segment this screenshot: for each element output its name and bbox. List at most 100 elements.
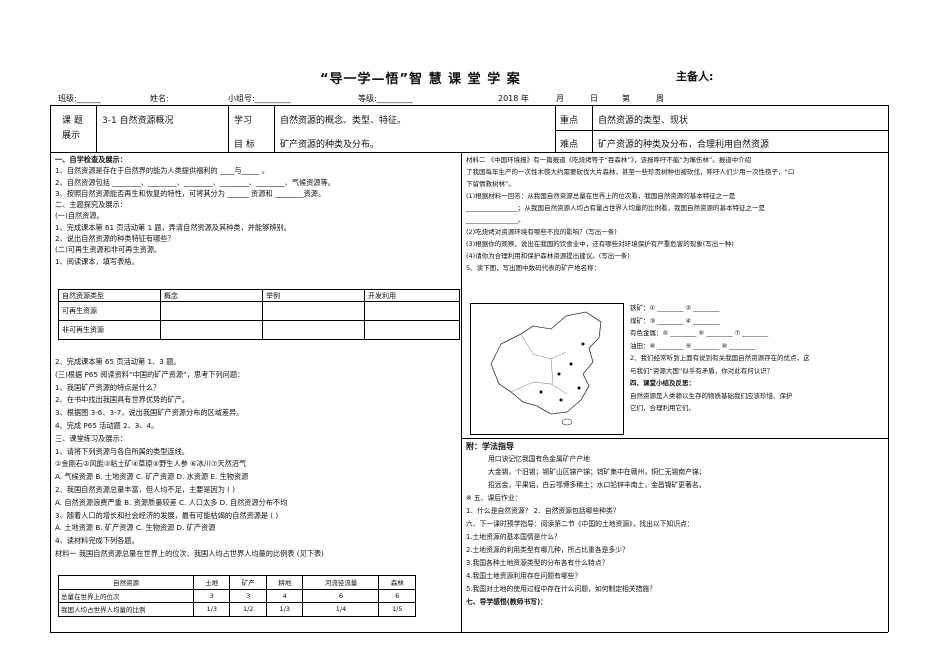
table-header: 耕地 — [265, 575, 304, 590]
text-line: 4、完成 P65 活动题 2、3、4。 — [55, 420, 159, 430]
text-line: (三)根据 P65 阅读资料“中国的矿产资源”，思考下列问题： — [55, 369, 245, 379]
table-cell: 我国人均占世界人均量的比例 — [58, 602, 194, 617]
text-line: 2、我国自然资源总量丰富，但人均不足，主要是因为 ( ) — [55, 484, 236, 494]
week-field: 第 — [622, 94, 630, 103]
text-line: 3、根据图 3-6、3-7，说出我国矿产资源分布的区域差异。 — [55, 408, 244, 418]
text-line: 1.土地资源的基本国情是什么？ — [466, 533, 561, 541]
table-cell: 可再生资源 — [58, 301, 161, 321]
text-line: 3、按照自然资源能否再生和恢复的特性，可将其分为 ______ 资源和 ____… — [55, 188, 326, 198]
section-heading: 四、课堂小结及反思： — [630, 379, 695, 387]
table-cell — [262, 320, 365, 340]
difficulty-label: 难点 — [560, 140, 579, 150]
table-cell: 6 — [378, 588, 416, 603]
text-line: (4)请你为合理利用和保护森林资源提出建议。(写出一条) — [466, 252, 630, 260]
goal-2: 矿产资源的种类及分布。 — [280, 140, 380, 150]
table-cell — [160, 301, 263, 321]
topic-value: 3-1 自然资源概况 — [102, 116, 174, 126]
table-header: 举例 — [262, 289, 365, 302]
rule-bottom — [50, 632, 888, 633]
table-cell — [160, 320, 263, 340]
left-section-2: 2、完成课本第 65 页活动第 1、3 题。 (三)根据 P65 阅读资料“中国… — [55, 356, 459, 561]
table-cell: 总量在世界上的位次 — [58, 588, 194, 603]
rule-topic-bottom — [50, 152, 888, 153]
text-line: A. 土地资源 B. 矿产资源 C. 生物资源 D. 矿产资源 — [55, 523, 216, 533]
text-line: 1、自然资源是存在于自然界的能为人类提供福利的 ____与_____ 。 — [55, 166, 269, 176]
table-cell — [364, 301, 460, 321]
text-line: 用口诀记忆我国有色金属矿产产地 — [488, 455, 590, 463]
text-line: 4、读材料完成下列各题。 — [55, 536, 139, 546]
table-header: 森林 — [378, 575, 416, 590]
name-field: 姓名: — [150, 94, 169, 103]
table-row: 总量在世界上的位次 3 3 4 6 6 — [58, 588, 416, 603]
table-header: 土地 — [192, 575, 231, 590]
text-line: ①金刚石②风能③粘土矿④草原⑤野生人参 ⑥冰川⑦天然沼气 — [55, 459, 247, 469]
rule-topic-label — [96, 105, 97, 152]
text-line: 2、在书中找出我国具有世界优势的矿产。 — [55, 395, 189, 405]
table-cell — [364, 320, 460, 340]
table-header: 河流径流量 — [302, 575, 380, 590]
text-line: 2.土地资源的利用类型有哪几种，所占比重各是多少？ — [466, 546, 629, 554]
table-cell: 非可再生资源 — [58, 320, 161, 340]
rule-key-diff — [555, 130, 888, 131]
china-mineral-map — [470, 303, 624, 435]
topic-label-2: 展示 — [62, 131, 81, 141]
month-field: 月 — [556, 94, 564, 103]
text-line: A. 气候资源 B. 土地资源 C. 矿产资源 D. 水资源 E. 生物资源 — [55, 472, 249, 482]
text-line: 2、我们经常听到上面有说到有关我国自然资源存在的优点，这 — [630, 354, 810, 362]
text-line: (3)根据你的观察，说出在我国的饮食业中，还有哪些对环境保护有严重危害的现象(写… — [466, 240, 734, 248]
table-header: 自然资源 — [58, 575, 194, 590]
text-line: 二、主题探究及展示： — [55, 200, 127, 210]
table-cell: 3 — [229, 588, 267, 603]
text-line: 煤矿：③ ________ ④ ________ — [630, 316, 720, 325]
text-line: 5、读下图，写出图中数码代表的矿产地名称： — [466, 264, 601, 272]
rule-goal-label — [274, 105, 275, 152]
text-line: 与我们“资源大国”似乎有矛盾，你对此有何认识？ — [630, 366, 774, 375]
table-header-row: 自然资源 土地 矿产 耕地 河流径流量 森林 — [58, 575, 416, 590]
text-line: 材料一 我国自然资源总量在世界上的位次、我国人均占世界人均量的比例表 (见下表) — [55, 548, 324, 558]
rule-key-label — [555, 105, 556, 152]
section-heading: 一、自学检查及展示： — [55, 155, 127, 164]
grade-field: 等级:_________ — [358, 94, 413, 103]
table-cell: 6 — [302, 588, 380, 603]
text-line: 1、请将下列资源与各自所属的类型连线。 — [55, 446, 189, 456]
china-outline-icon — [490, 311, 602, 426]
rule-right — [888, 105, 889, 632]
year-field: 2018 年 — [498, 94, 529, 103]
left-section-1: 一、自学检查及展示： 1、自然资源是存在于自然界的能为人类提供福利的 ____与… — [55, 154, 459, 267]
resource-ranking-table: 自然资源 土地 矿产 耕地 河流径流量 森林 总量在世界上的位次 3 3 4 6… — [58, 575, 416, 617]
text-line: 了我国每年生产的一次性木筷大约需要砍伐大片森林，甚至一些珍贵树种也被砍伐，呼吁人… — [466, 168, 795, 176]
text-line: A. 自然资源浪费严重 B. 资源质量较差 C. 人口太多 D. 自然资源分布不… — [55, 497, 288, 507]
week-suffix: 周 — [656, 94, 664, 103]
table-header: 概念 — [160, 289, 263, 302]
map-answers: 铁矿：① ________ ② ________ 煤矿：③ ________ ④… — [630, 302, 884, 415]
right-section-1: 材料二 《中国环境报》有一篇报道《吃烧烤等于“吞森林”》，该报呼吁不能“为嘴伤林… — [466, 154, 886, 274]
text-line: 它们，合理利用它们。 — [630, 404, 695, 412]
text-line: 1、我国矿产资源的特点是什么？ — [55, 382, 161, 392]
text-line: 三、课堂练习及展示： — [55, 433, 127, 443]
rule-columns — [461, 152, 462, 632]
preparer-label: 主备人: — [676, 70, 714, 83]
text-line: (二)可再生资源和非可再生资源。 — [55, 245, 162, 255]
text-line: 2、完成课本第 65 页活动第 1、3 题。 — [55, 357, 181, 366]
table-cell — [262, 301, 365, 321]
rule-top — [50, 105, 888, 106]
table-header: 开发利用 — [364, 289, 460, 302]
day-field: 日 — [590, 94, 598, 103]
goal-label-1: 学习 — [234, 116, 253, 126]
text-line: 大金锡，个旧锡；锡矿山区锑产锑；钨矿集中在赣州，铜仁无锡南产锑； — [488, 468, 706, 476]
text-line: (2)吃烧烤对资源环境有哪些不良的影响？(写出一条) — [466, 228, 617, 236]
text-line: (1)根据材料一回答：从我国自然资源总量在世界上的位次看，我国自然资源的基本特征… — [466, 192, 736, 200]
text-line: 有色金属：⑤ ________ ⑥ ________ ⑦ ________ — [630, 329, 769, 337]
table-cell: 3 — [192, 588, 231, 603]
text-line: 2、自然资源包括 ________、________、________、____… — [55, 177, 335, 187]
text-line: 1、什么是自然资源？ 2、自然资源包括哪些种类？ — [466, 507, 620, 515]
goal-label-2: 目 标 — [234, 140, 255, 150]
text-line: ________________；从我国自然资源人均占有量占世界人均量的比例看，… — [466, 204, 765, 212]
rule-method — [461, 438, 888, 439]
table-header: 自然资源类型 — [58, 289, 161, 302]
page-title: “导一学—悟”智 慧 课 堂 学 案 — [320, 72, 521, 87]
group-field: 小组号:_________ — [228, 94, 291, 103]
section-heading: 附：学法指导 — [466, 442, 514, 451]
resource-type-table: 自然资源类型 概念 举例 开发利用 可再生资源 非可再生资源 — [58, 289, 460, 340]
text-line: 2、说出自然资源的种类特征有哪些？ — [55, 234, 175, 244]
